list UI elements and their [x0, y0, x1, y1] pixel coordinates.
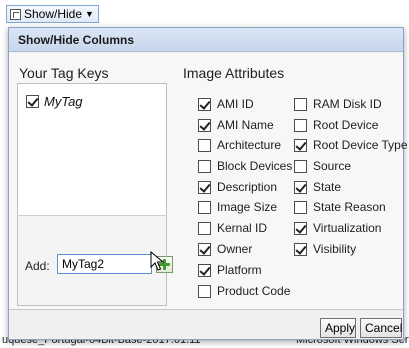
attr-label: Platform [217, 263, 262, 277]
attr-label: Product Code [217, 284, 291, 298]
attr-label: Root Device Type [313, 138, 408, 152]
attr-checkbox[interactable] [294, 138, 307, 152]
attr-label: AMI ID [217, 97, 254, 111]
tag-key-checkbox[interactable] [26, 95, 39, 108]
attr-checkbox[interactable] [294, 242, 307, 256]
chevron-down-icon: ▼ [85, 9, 94, 19]
attr-label: Architecture [217, 138, 282, 152]
attr-label: Kernal ID [217, 221, 268, 235]
attr-label: Image Size [217, 200, 278, 214]
attr-checkbox[interactable] [198, 138, 211, 152]
tag-keys-header: Your Tag Keys [19, 65, 109, 81]
attr-label: Owner [217, 242, 253, 256]
attr-image-size[interactable]: Image Size [198, 200, 277, 214]
attr-label: RAM Disk ID [313, 97, 382, 111]
tag-key-item[interactable]: MyTag [26, 94, 83, 109]
attr-visibility[interactable]: Visibility [294, 242, 356, 256]
show-hide-columns-dialog: Show/Hide Columns Your Tag Keys Image At… [8, 27, 408, 340]
attr-product-code[interactable]: Product Code [198, 284, 290, 298]
dialog-title: Show/Hide Columns [9, 28, 403, 52]
attr-checkbox[interactable] [198, 284, 211, 298]
attr-block-devices[interactable]: Block Devices [198, 159, 292, 173]
attr-kernal-id[interactable]: Kernal ID [198, 221, 267, 235]
image-attributes-header: Image Attributes [183, 65, 285, 81]
attr-ami-id[interactable]: AMI ID [198, 97, 254, 111]
attr-root-device[interactable]: Root Device [294, 118, 378, 132]
attr-checkbox[interactable] [294, 118, 307, 132]
attr-label: Description [217, 180, 278, 194]
apply-button[interactable]: Apply [320, 318, 356, 338]
cancel-button[interactable]: Cancel [360, 318, 402, 338]
tag-keys-panel: MyTag Add: [17, 83, 173, 306]
attr-state[interactable]: State [294, 180, 341, 194]
attr-label: Source [313, 159, 352, 173]
show-hide-label: Show/Hide [24, 7, 83, 21]
attr-root-device-type[interactable]: Root Device Type [294, 138, 408, 152]
show-hide-button[interactable]: Show/Hide ▼ [6, 5, 99, 23]
tag-keys-list: MyTag [18, 84, 166, 216]
attr-checkbox[interactable] [294, 159, 307, 173]
attr-label: State [313, 180, 342, 194]
attr-platform[interactable]: Platform [198, 263, 262, 277]
attr-label: Root Device [313, 118, 379, 132]
attr-checkbox[interactable] [294, 221, 307, 235]
attr-owner[interactable]: Owner [198, 242, 252, 256]
attr-checkbox[interactable] [198, 221, 211, 235]
attr-checkbox[interactable] [198, 263, 211, 277]
attr-checkbox[interactable] [198, 97, 211, 111]
columns-icon [10, 8, 21, 20]
attr-checkbox[interactable] [198, 180, 211, 194]
dialog-body: Your Tag Keys Image Attributes MyTag Add… [9, 53, 408, 310]
attr-ami-name[interactable]: AMI Name [198, 118, 274, 132]
attr-state-reason[interactable]: State Reason [294, 200, 386, 214]
tag-key-label: MyTag [44, 94, 83, 109]
attr-label: Virtualization [313, 221, 382, 235]
attr-checkbox[interactable] [198, 242, 211, 256]
attr-checkbox[interactable] [198, 200, 211, 214]
add-tag-row: Add: [18, 252, 173, 282]
add-tag-label: Add: [25, 259, 50, 273]
attr-label: Visibility [313, 242, 357, 256]
attr-source[interactable]: Source [294, 159, 351, 173]
attr-virtualization[interactable]: Virtualization [294, 221, 381, 235]
mouse-pointer-icon [150, 251, 164, 271]
attr-checkbox[interactable] [294, 97, 307, 111]
attr-label: Block Devices [217, 159, 293, 173]
attr-architecture[interactable]: Architecture [198, 138, 281, 152]
attr-ram-disk-id[interactable]: RAM Disk ID [294, 97, 382, 111]
attr-checkbox[interactable] [198, 118, 211, 132]
attr-checkbox[interactable] [294, 200, 307, 214]
attr-checkbox[interactable] [198, 159, 211, 173]
attr-description[interactable]: Description [198, 180, 277, 194]
add-tag-input[interactable] [57, 254, 152, 274]
attr-checkbox[interactable] [294, 180, 307, 194]
attr-label: AMI Name [217, 118, 274, 132]
attr-label: State Reason [313, 200, 386, 214]
